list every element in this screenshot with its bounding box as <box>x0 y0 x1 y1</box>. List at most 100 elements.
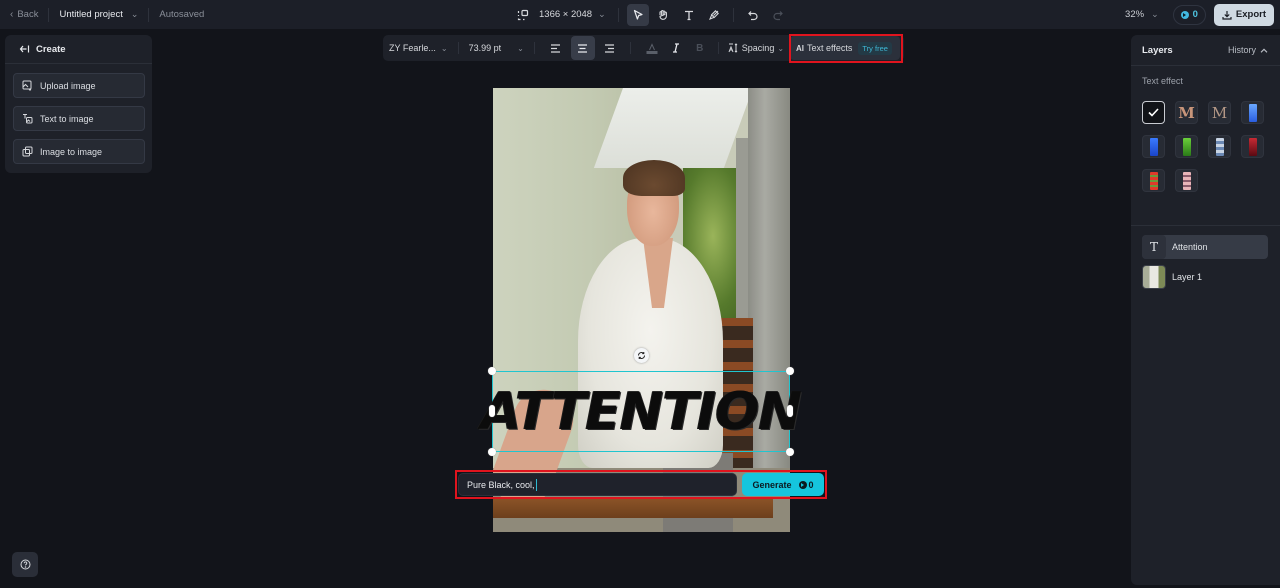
project-title: Untitled project <box>59 9 123 20</box>
spacing-dropdown[interactable]: Spacing ⌄ <box>728 43 784 53</box>
resize-handle-top-left[interactable] <box>488 367 496 375</box>
layer-item-layer-1[interactable]: Layer 1 <box>1142 265 1268 289</box>
align-center-button[interactable] <box>570 36 595 60</box>
text-icon <box>684 10 693 20</box>
effect-blue-neon[interactable] <box>1142 135 1165 158</box>
text-color-icon <box>646 42 658 54</box>
prompt-value: Pure Black, cool, <box>467 479 535 490</box>
redo-icon <box>773 10 783 20</box>
spacing-label: Spacing <box>741 43 775 53</box>
zoom-dropdown[interactable]: 32% ⌄ <box>1125 9 1159 20</box>
upload-image-label: Upload image <box>40 80 96 91</box>
text-tool-button[interactable] <box>678 4 700 26</box>
create-panel: Create Upload image Text to image Image … <box>5 35 152 173</box>
generate-button[interactable]: Generate 0 <box>742 473 824 496</box>
select-tool-button[interactable] <box>626 3 649 26</box>
photo-plank <box>493 498 773 518</box>
effect-pink-floral[interactable] <box>1175 169 1198 192</box>
text-format-toolbar: ZY Fearle... ⌄ 73.99 pt ⌄ B Spacing ⌄ AI… <box>383 35 904 61</box>
bold-button[interactable]: B <box>688 36 712 60</box>
photo-ceiling <box>593 88 753 168</box>
resize-handle-top-right[interactable] <box>786 367 794 375</box>
divider <box>717 42 719 54</box>
chevron-up-icon <box>1260 48 1268 53</box>
text-layer-content[interactable]: ATTENTION <box>481 372 802 451</box>
back-label: Back <box>17 9 39 20</box>
align-right-button[interactable] <box>598 36 622 60</box>
hand-tool-button[interactable] <box>652 4 674 26</box>
resize-handle-bottom-left[interactable] <box>488 448 496 456</box>
image-to-image-button[interactable]: Image to image <box>13 139 145 164</box>
canvas-size: 1366 × 2048 <box>539 9 593 20</box>
layers-panel-header: Layers History <box>1131 35 1280 66</box>
text-to-image-label: Text to image <box>40 113 94 124</box>
chevron-left-icon: ‹ <box>10 9 14 20</box>
effect-green-moss[interactable] <box>1175 135 1198 158</box>
undo-button[interactable] <box>742 4 764 26</box>
brush-icon <box>708 9 719 20</box>
font-family-value: ZY Fearle... <box>389 43 436 53</box>
rotate-handle[interactable] <box>634 348 649 363</box>
resize-handle-left[interactable] <box>489 405 495 417</box>
upload-image-button[interactable]: Upload image <box>13 73 145 98</box>
top-bar-right: 32% ⌄ 0 Export <box>1125 0 1274 29</box>
text-to-image-button[interactable]: Text to image <box>13 106 145 131</box>
redo-button[interactable] <box>767 4 789 26</box>
align-right-icon <box>605 43 615 53</box>
help-button[interactable] <box>12 552 38 577</box>
align-left-icon <box>551 43 561 53</box>
top-bar-center: 1366 × 2048 ⌄ <box>512 0 789 29</box>
resize-canvas-button[interactable] <box>512 4 534 26</box>
chevron-down-icon: ⌄ <box>598 9 606 19</box>
credits-badge[interactable]: 0 <box>1172 4 1206 25</box>
generate-label: Generate <box>752 479 792 490</box>
align-left-button[interactable] <box>544 36 568 60</box>
download-icon <box>1222 10 1232 20</box>
text-color-button[interactable] <box>640 36 664 60</box>
canvas-image-layer[interactable] <box>493 88 790 532</box>
generate-cost-value: 0 <box>808 479 814 490</box>
effect-red-flowers[interactable] <box>1142 169 1165 192</box>
font-family-dropdown[interactable]: ZY Fearle... ⌄ <box>389 43 448 53</box>
italic-button[interactable] <box>664 36 688 60</box>
bold-icon: B <box>696 42 704 54</box>
try-free-badge: Try free <box>858 41 892 55</box>
layers-panel: Layers History Text effect M M T Attenti… <box>1131 35 1280 585</box>
project-title-dropdown[interactable]: Untitled project ⌄ <box>59 9 138 20</box>
text-layer-selection[interactable]: ATTENTION <box>481 367 802 456</box>
upload-image-icon <box>22 80 32 91</box>
undo-icon <box>747 10 758 20</box>
export-button[interactable]: Export <box>1213 3 1274 26</box>
top-bar: ‹ Back Untitled project ⌄ Autosaved 1366… <box>0 0 1280 29</box>
text-effect-prompt-input[interactable]: Pure Black, cool, <box>458 473 737 496</box>
effect-wood-letter[interactable]: M <box>1175 101 1198 124</box>
text-effects-button[interactable]: AI Text effects Try free <box>790 36 900 60</box>
effect-pure-black[interactable] <box>1142 101 1165 124</box>
effect-preview-icon <box>1182 171 1191 190</box>
chevron-down-icon: ⌄ <box>440 43 448 53</box>
font-size-dropdown[interactable]: 73.99 pt ⌄ <box>469 43 524 53</box>
resize-handle-bottom-right[interactable] <box>786 448 794 456</box>
resize-handle-right[interactable] <box>787 405 793 417</box>
effect-floral-blue[interactable] <box>1208 135 1231 158</box>
history-toggle[interactable]: History <box>1228 45 1268 55</box>
zoom-level: 32% <box>1125 9 1145 20</box>
effect-preview-icon <box>1215 137 1224 156</box>
resize-icon <box>517 9 529 20</box>
chevron-down-icon: ⌄ <box>130 9 139 19</box>
effect-blue-crystal[interactable] <box>1241 101 1264 124</box>
export-label: Export <box>1235 9 1266 20</box>
canvas-size-dropdown[interactable]: 1366 × 2048 ⌄ <box>539 9 606 20</box>
divider <box>1131 225 1280 226</box>
chevron-down-icon: ⌄ <box>517 43 524 53</box>
panel-title: Create <box>36 43 66 55</box>
help-icon <box>20 559 30 570</box>
chevron-down-icon: ⌄ <box>1151 9 1159 19</box>
brush-tool-button[interactable] <box>703 4 725 26</box>
back-button[interactable]: ‹ Back <box>10 9 38 20</box>
chevron-down-icon: ⌄ <box>777 43 785 53</box>
layer-item-attention[interactable]: T Attention <box>1142 235 1268 259</box>
effect-brown-sketch[interactable]: M <box>1208 101 1231 124</box>
collapse-create-panel-button[interactable]: Create <box>5 35 152 64</box>
effect-red-dark[interactable] <box>1241 135 1264 158</box>
